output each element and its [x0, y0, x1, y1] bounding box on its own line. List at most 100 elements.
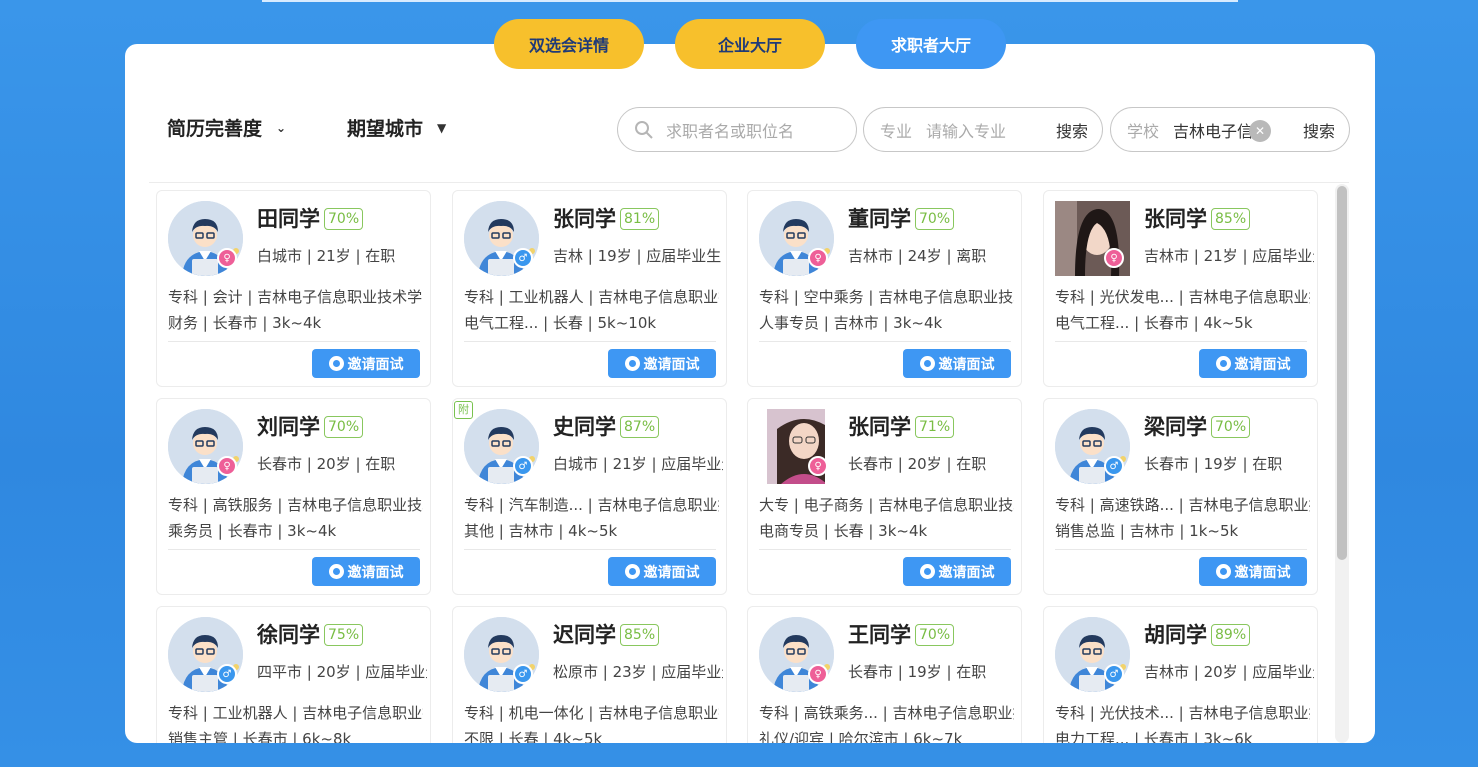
candidate-card[interactable]: ♂ 史同学 87% 白城市 | 21岁 | 应届毕业生 专科 | 汽车制造... … [452, 398, 727, 595]
female-icon: ♀ [217, 456, 237, 476]
candidate-meta: 长春市 | 20岁 | 在职 [848, 455, 987, 473]
resume-complete-dropdown[interactable]: 简历完善度 ⌄ [167, 114, 286, 141]
completeness-badge: 70% [1211, 416, 1251, 438]
invite-label: 邀请面试 [643, 356, 700, 373]
candidate-name: 胡同学 89% [1144, 619, 1251, 649]
search-icon [634, 120, 654, 140]
candidate-meta: 吉林 | 19岁 | 应届毕业生 [553, 247, 722, 265]
invite-interview-button[interactable]: 邀请面试 [312, 557, 420, 586]
candidate-expectation: 电气工程... | 长春 | 5k~10k [464, 314, 657, 332]
invite-interview-button[interactable]: 邀请面试 [608, 557, 716, 586]
candidate-name: 张同学 85% [1144, 203, 1251, 233]
major-label: 专业 [880, 121, 913, 141]
major-input[interactable]: 请输入专业 [926, 118, 1006, 142]
card-divider [464, 341, 716, 342]
candidate-meta: 白城市 | 21岁 | 在职 [257, 247, 396, 265]
completeness-badge: 81% [620, 208, 660, 230]
camera-icon [919, 356, 935, 371]
invite-interview-button[interactable]: 邀请面试 [608, 349, 716, 378]
scrollbar[interactable] [1335, 184, 1349, 743]
candidate-card[interactable]: ♀ 张同学 71% 长春市 | 20岁 | 在职 大专 | 电子商务 | 吉林电子… [747, 398, 1022, 595]
candidate-card[interactable]: ♀ 王同学 70% 长春市 | 19岁 | 在职 专科 | 高铁乘务... | 吉… [747, 606, 1022, 743]
candidate-name: 徐同学 75% [257, 619, 364, 649]
tab-jobseeker-hall[interactable]: 求职者大厅 [856, 19, 1006, 69]
candidate-meta: 长春市 | 20岁 | 在职 [257, 455, 396, 473]
invite-interview-button[interactable]: 邀请面试 [312, 349, 420, 378]
candidate-education: 大专 | 电子商务 | 吉林电子信息职业技术学院 [759, 496, 1014, 514]
invite-label: 邀请面试 [1234, 356, 1291, 373]
card-divider [1055, 549, 1307, 550]
camera-icon [328, 356, 344, 371]
candidate-expectation: 其他 | 吉林市 | 4k~5k [464, 522, 618, 540]
triangle-down-icon: ▼ [437, 120, 447, 135]
candidate-name: 梁同学 70% [1144, 411, 1251, 441]
candidate-meta: 白城市 | 21岁 | 应届毕业生 [553, 455, 723, 473]
candidate-education: 专科 | 高速铁路... | 吉林电子信息职业技术学院 [1055, 496, 1310, 514]
candidate-card[interactable]: ♂ 迟同学 85% 松原市 | 23岁 | 应届毕业生 专科 | 机电一体化 | … [452, 606, 727, 743]
completeness-badge: 70% [324, 416, 364, 438]
school-search-button[interactable]: 搜索 [1303, 118, 1335, 142]
candidate-name: 刘同学 70% [257, 411, 364, 441]
camera-icon [919, 564, 935, 579]
chevron-down-icon: ⌄ [276, 120, 287, 135]
camera-icon [1215, 564, 1231, 579]
candidate-card[interactable]: ♀ 刘同学 70% 长春市 | 20岁 | 在职 专科 | 高铁服务 | 吉林电子… [156, 398, 431, 595]
keyword-search-box[interactable]: 求职者名或职位名 [617, 107, 857, 152]
candidate-meta: 长春市 | 19岁 | 在职 [1144, 455, 1283, 473]
completeness-badge: 87% [620, 416, 660, 438]
candidate-card[interactable]: ♀ 田同学 70% 白城市 | 21岁 | 在职 专科 | 会计 | 吉林电子信息… [156, 190, 431, 387]
invite-interview-button[interactable]: 邀请面试 [1199, 349, 1307, 378]
card-divider [168, 341, 420, 342]
card-divider [168, 549, 420, 550]
candidate-card[interactable]: ♀ 张同学 85% 吉林市 | 21岁 | 应届毕业生 专科 | 光伏发电... … [1043, 190, 1318, 387]
tab-fair-details[interactable]: 双选会详情 [494, 19, 644, 69]
candidate-card[interactable]: ♂ 徐同学 75% 四平市 | 20岁 | 应届毕业生 专科 | 工业机器人 | … [156, 606, 431, 743]
female-icon: ♀ [808, 248, 828, 268]
completeness-badge: 85% [620, 624, 660, 646]
candidate-education: 专科 | 光伏技术... | 吉林电子信息职业技术学院 [1055, 704, 1310, 722]
resume-complete-label: 简历完善度 [167, 118, 263, 140]
candidate-meta: 吉林市 | 21岁 | 应届毕业生 [1144, 247, 1314, 265]
male-icon: ♂ [1104, 456, 1124, 476]
major-search-box: 专业 请输入专业 搜索 [863, 107, 1103, 152]
major-search-button[interactable]: 搜索 [1056, 118, 1088, 142]
school-search-box: 学校 吉林电子信息职业技术学院 ✕ 搜索 [1110, 107, 1350, 152]
candidate-expectation: 乘务员 | 长春市 | 3k~4k [168, 522, 337, 540]
candidate-expectation: 礼仪/迎宾 | 哈尔滨市 | 6k~7k [759, 730, 963, 743]
candidate-name: 田同学 70% [257, 203, 364, 233]
candidate-education: 专科 | 高铁乘务... | 吉林电子信息职业技术学院 [759, 704, 1014, 722]
candidate-card[interactable]: ♂ 胡同学 89% 吉林市 | 20岁 | 应届毕业生 专科 | 光伏技术... … [1043, 606, 1318, 743]
candidate-card[interactable]: ♀ 董同学 70% 吉林市 | 24岁 | 离职 专科 | 空中乘务 | 吉林电子… [747, 190, 1022, 387]
scrollbar-thumb[interactable] [1337, 186, 1347, 560]
camera-icon [624, 564, 640, 579]
female-icon: ♀ [217, 248, 237, 268]
male-icon: ♂ [217, 664, 237, 684]
search-input[interactable]: 求职者名或职位名 [666, 118, 794, 142]
candidate-expectation: 销售总监 | 吉林市 | 1k~5k [1055, 522, 1239, 540]
candidate-expectation: 人事专员 | 吉林市 | 3k~4k [759, 314, 943, 332]
candidate-grid: ♀ 田同学 70% 白城市 | 21岁 | 在职 专科 | 会计 | 吉林电子信息… [156, 190, 1321, 743]
candidate-card[interactable]: ♂ 张同学 81% 吉林 | 19岁 | 应届毕业生 专科 | 工业机器人 | 吉… [452, 190, 727, 387]
candidate-expectation: 财务 | 长春市 | 3k~4k [168, 314, 322, 332]
male-icon: ♂ [513, 248, 533, 268]
invite-interview-button[interactable]: 邀请面试 [1199, 557, 1307, 586]
expected-city-label: 期望城市 [347, 118, 424, 140]
invite-interview-button[interactable]: 邀请面试 [903, 557, 1011, 586]
candidate-card[interactable]: ♂ 梁同学 70% 长春市 | 19岁 | 在职 专科 | 高速铁路... | 吉… [1043, 398, 1318, 595]
completeness-badge: 75% [324, 624, 364, 646]
top-decor-line [262, 0, 1238, 2]
invite-interview-button[interactable]: 邀请面试 [903, 349, 1011, 378]
candidate-education: 专科 | 光伏发电... | 吉林电子信息职业技术学院 [1055, 288, 1310, 306]
invite-label: 邀请面试 [938, 564, 995, 581]
invite-label: 邀请面试 [938, 356, 995, 373]
divider [149, 182, 1349, 183]
female-icon: ♀ [808, 456, 828, 476]
clear-icon[interactable]: ✕ [1249, 120, 1271, 142]
tab-bar: 双选会详情 企业大厅 求职者大厅 [494, 19, 1006, 69]
expected-city-dropdown[interactable]: 期望城市 ▼ [347, 114, 446, 141]
candidate-education: 专科 | 机电一体化 | 吉林电子信息职业技术学院 [464, 704, 719, 722]
completeness-badge: 70% [324, 208, 364, 230]
tab-company-hall[interactable]: 企业大厅 [675, 19, 825, 69]
candidate-name: 迟同学 85% [553, 619, 660, 649]
candidate-education: 专科 | 工业机器人 | 吉林电子信息职业技术学院 [464, 288, 719, 306]
